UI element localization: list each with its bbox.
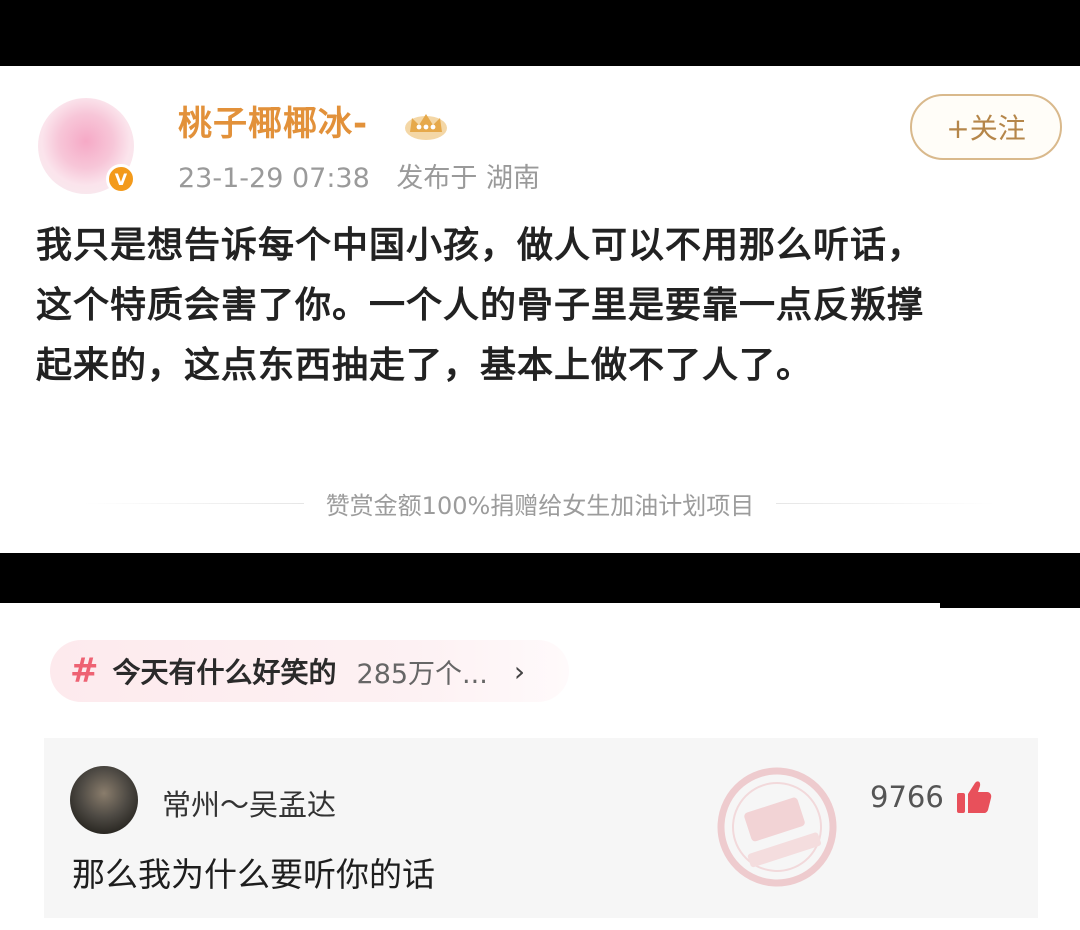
top-black-band [0, 0, 1080, 66]
post-body-line: 我只是想告诉每个中国小孩，做人可以不用那么听话， [36, 225, 925, 266]
hashtag-icon: # [70, 651, 99, 691]
hot-comment-stamp-icon [717, 767, 837, 887]
post-timestamp: 23-1-29 07:38 [178, 163, 370, 194]
verified-badge-icon: V [106, 164, 136, 194]
author-username[interactable]: 桃子椰椰冰- [178, 96, 368, 145]
topic-chip[interactable]: # 今天有什么好笑的 285万个... › [50, 640, 570, 702]
author-avatar-wrap[interactable]: V [38, 98, 136, 194]
reward-note-text: 赞赏金额100%捐赠给女生加油计划项目 [325, 492, 755, 520]
post-location: 发布于 湖南 [396, 163, 540, 194]
like-count: 9766 [870, 780, 944, 814]
commenter-name[interactable]: 常州～吴孟达 [162, 782, 336, 824]
post-body-line: 起来的，这点东西抽走了，基本上做不了人了。 [36, 345, 814, 386]
middle-black-band [0, 553, 1080, 603]
topic-count: 285万个... [356, 658, 488, 690]
comment-text: 那么我为什么要听你的话 [72, 855, 435, 894]
reward-note: 赞赏金额100%捐赠给女生加油计划项目 [0, 486, 1080, 521]
crown-icon [405, 114, 447, 140]
comment-card: 常州～吴孟达 那么我为什么要听你的话 9766 [44, 738, 1038, 918]
chevron-right-icon: › [513, 654, 526, 688]
weibo-post-card: V 桃子椰椰冰- 23-1-29 07:38 发布于 湖南 +关注 我只是想告诉… [0, 66, 1080, 553]
like-control[interactable]: 9766 [870, 780, 992, 814]
post-body: 我只是想告诉每个中国小孩，做人可以不用那么听话， 这个特质会害了你。一个人的骨子… [36, 216, 1046, 396]
black-sliver [940, 603, 1080, 608]
topic-title: 今天有什么好笑的 [112, 656, 337, 689]
follow-button[interactable]: +关注 [910, 94, 1062, 160]
post-body-line: 这个特质会害了你。一个人的骨子里是要靠一点反叛撑 [36, 285, 925, 326]
commenter-avatar[interactable] [70, 766, 138, 834]
post-meta: 23-1-29 07:38 发布于 湖南 [178, 156, 540, 195]
thumbs-up-icon[interactable] [956, 780, 992, 814]
screenshot-stage: V 桃子椰椰冰- 23-1-29 07:38 发布于 湖南 +关注 我只是想告诉… [0, 0, 1080, 930]
